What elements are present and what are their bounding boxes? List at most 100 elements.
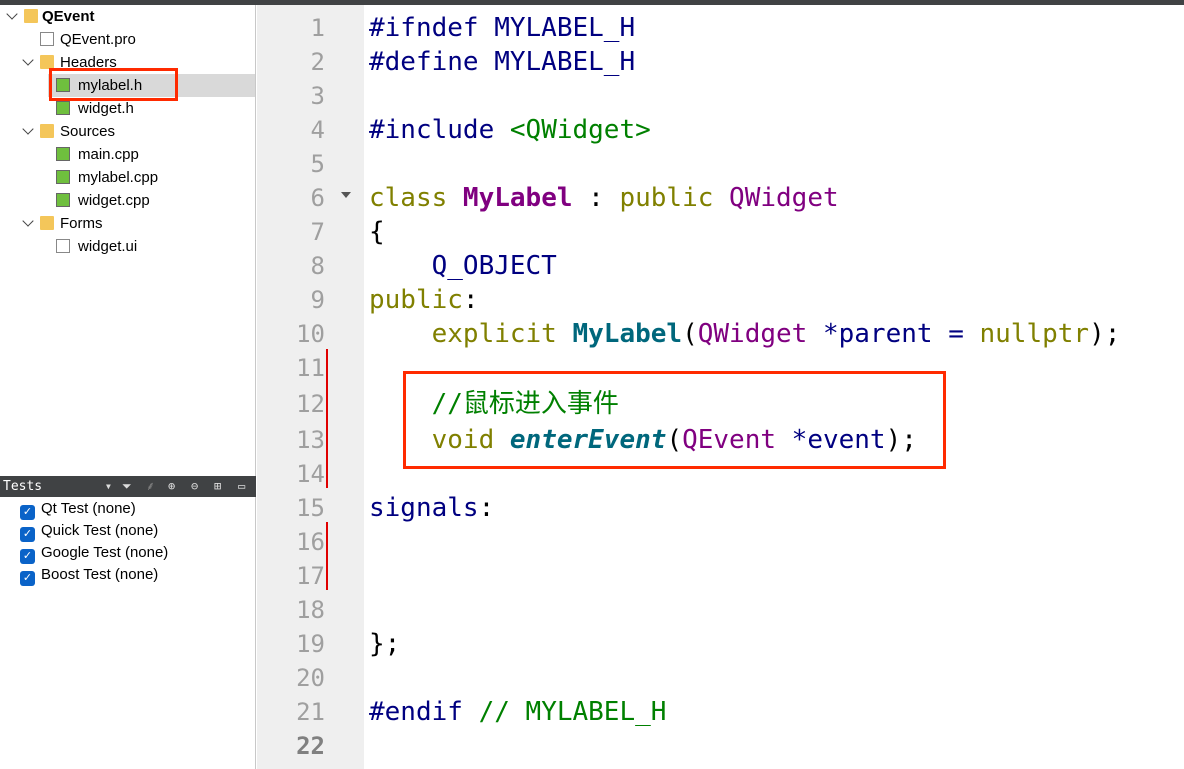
collapse-all-icon[interactable]: ⊖ [191,476,198,497]
checkbox-checked-icon[interactable]: ✓ [20,505,35,520]
line-number: 10 [296,320,325,348]
line-number: 15 [296,494,325,522]
tree-item-widget-cpp[interactable]: widget.cpp [0,189,255,212]
leaf-icon[interactable]: ⸙ [146,476,155,497]
source-file-icon [56,170,70,184]
code-token: { [369,217,385,247]
tree-item-project[interactable]: QEvent [0,5,255,28]
tests-title[interactable]: Tests [3,479,42,494]
code-token: MyLabel [572,319,683,349]
forms-folder-icon [40,216,54,230]
code-line[interactable]: class MyLabel : public QWidget [369,181,839,215]
file-label: widget.ui [78,238,138,255]
code-line[interactable]: #ifndef MYLABEL_H [369,11,635,45]
code-token: ( [682,319,698,349]
checkbox-checked-icon[interactable]: ✓ [20,571,35,586]
line-number: 11 [296,354,325,382]
code-token: : [478,493,495,523]
file-label: mylabel.cpp [78,169,159,186]
code-token: #ifndef MYLABEL_H [369,13,636,43]
line-number: 5 [310,150,325,178]
line-number: 17 [296,562,325,590]
header-file-icon [56,101,70,115]
checkbox-checked-icon[interactable]: ✓ [20,549,35,564]
code-line[interactable]: explicit MyLabel(QWidget *parent = nullp… [369,317,1121,351]
code-token: }; [369,629,401,659]
code-token: : [462,285,479,315]
code-line[interactable]: { [369,215,385,249]
code-token: public [369,285,463,315]
code-line[interactable]: public: [369,283,479,317]
line-number: 16 [296,528,325,556]
source-file-icon [56,147,70,161]
code-token: Q_OBJECT [369,251,557,281]
close-panel-icon[interactable]: ▭ [238,476,245,497]
tree-item-forms[interactable]: Forms [0,212,255,235]
split-icon[interactable]: ⊞ [214,476,221,497]
line-number: 13 [296,426,325,454]
test-label: Qt Test (none) [41,500,136,517]
dropdown-arrow-icon[interactable]: ▼ [106,476,111,497]
project-tree: QEvent QEvent.pro Headers mylabel.h widg… [0,5,256,769]
code-token: QWidget [729,183,839,213]
tree-item-pro-file[interactable]: QEvent.pro [0,28,255,51]
code-line[interactable]: Q_OBJECT [369,249,557,283]
code-token: : [572,183,620,213]
test-item-google[interactable]: ✓ Google Test (none) [20,542,168,564]
chevron-down-icon[interactable] [22,215,34,227]
annotation-box-code [403,371,946,469]
folder-label: Forms [60,215,103,232]
code-line[interactable]: #define MYLABEL_H [369,45,635,79]
tree-item-mylabel-cpp[interactable]: mylabel.cpp [0,166,255,189]
code-token: // MYLABEL_H [478,697,667,727]
file-label: widget.cpp [78,192,150,209]
fold-arrow-icon[interactable] [341,192,351,198]
test-item-quick[interactable]: ✓ Quick Test (none) [20,520,158,542]
tree-item-main-cpp[interactable]: main.cpp [0,143,255,166]
code-token: QWidget [697,319,808,349]
qt-project-folder-icon [24,9,38,23]
code-token: *parent = [807,319,980,349]
sources-folder-icon [40,124,54,138]
code-token: #include [369,115,510,145]
line-number: 19 [296,630,325,658]
code-line[interactable]: }; [369,627,400,661]
line-number: 8 [310,252,325,280]
code-token: public [619,183,730,213]
line-number: 4 [310,116,325,144]
tree-item-widget-ui[interactable]: widget.ui [0,235,255,258]
code-line[interactable]: #endif // MYLABEL_H [369,695,666,729]
chevron-down-icon[interactable] [22,123,34,135]
checkbox-checked-icon[interactable]: ✓ [20,527,35,542]
tests-panel-header: Tests ▼ ⏷ ⸙ ⊕ ⊖ ⊞ ▭ [0,476,256,497]
line-number: 14 [296,460,325,488]
code-token: explicit [369,319,573,349]
code-token: signals [369,493,479,523]
chevron-down-icon[interactable] [22,54,34,66]
project-name: QEvent [42,8,95,25]
code-line[interactable]: signals: [369,491,494,525]
line-number: 2 [310,48,325,76]
line-number: 20 [296,664,325,692]
change-marker [326,522,328,590]
line-number: 6 [310,184,325,212]
code-line[interactable]: #include <QWidget> [369,113,651,147]
change-marker [326,349,328,488]
annotation-box-file [49,68,178,101]
ui-file-icon [56,239,70,253]
line-number: 12 [296,390,325,418]
test-item-qt[interactable]: ✓ Qt Test (none) [20,498,136,520]
test-label: Google Test (none) [41,544,169,561]
line-number: 9 [310,286,325,314]
file-label: QEvent.pro [60,31,136,48]
chevron-down-icon[interactable] [6,8,18,20]
file-label: main.cpp [78,146,139,163]
tree-item-sources[interactable]: Sources [0,120,255,143]
line-number: 7 [310,218,325,246]
filter-icon[interactable]: ⏷ [122,476,132,497]
code-token: MyLabel [462,183,573,213]
test-item-boost[interactable]: ✓ Boost Test (none) [20,564,158,586]
line-number: 3 [310,82,325,110]
expand-all-icon[interactable]: ⊕ [168,476,175,497]
line-number: 18 [296,596,325,624]
